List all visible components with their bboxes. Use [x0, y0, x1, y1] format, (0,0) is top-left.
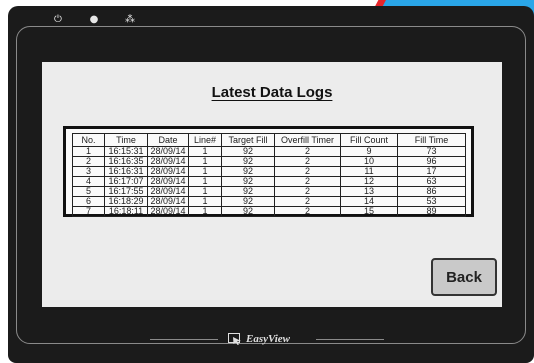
table-row: 5 16:17:55 28/09/14 1 92 2 13 86	[72, 186, 466, 197]
table-row: 6 16:18:29 28/09/14 1 92 2 14 53	[72, 196, 466, 207]
cell-no: 6	[72, 196, 105, 207]
cell-time: 16:17:07	[104, 176, 148, 187]
cell-overfill-timer: 2	[274, 206, 341, 217]
cell-no: 5	[72, 186, 105, 197]
cell-no: 3	[72, 166, 105, 177]
cell-fill-count: 12	[340, 176, 398, 187]
page-title: Latest Data Logs	[42, 84, 502, 101]
column-header-overfill-timer: Overfill Timer	[274, 133, 341, 147]
column-header-fill-time: Fill Time	[397, 133, 466, 147]
brand-text: EasyView	[246, 333, 291, 345]
network-icon: ⁂	[125, 14, 135, 25]
power-icon: ⏻	[54, 14, 62, 25]
brand-logo: EasyView	[228, 331, 290, 347]
column-header-time: Time	[104, 133, 148, 147]
cell-overfill-timer: 2	[274, 156, 341, 167]
page-title-text: Latest Data Logs	[211, 84, 333, 101]
cell-fill-time: 96	[397, 156, 466, 167]
cell-target-fill: 92	[221, 166, 275, 177]
cell-line: 1	[188, 196, 222, 207]
cell-date: 28/09/14	[147, 176, 189, 187]
cell-time: 16:18:11	[104, 206, 148, 217]
column-header-date: Date	[147, 133, 189, 147]
cell-fill-count: 10	[340, 156, 398, 167]
cell-line: 1	[188, 146, 222, 157]
brand-divider-right	[316, 339, 384, 340]
cell-overfill-timer: 2	[274, 186, 341, 197]
cell-fill-time: 63	[397, 176, 466, 187]
cell-fill-time: 73	[397, 146, 466, 157]
cell-time: 16:16:31	[104, 166, 148, 177]
cell-line: 1	[188, 186, 222, 197]
cell-overfill-timer: 2	[274, 166, 341, 177]
cell-overfill-timer: 2	[274, 146, 341, 157]
table-row: 3 16:16:31 28/09/14 1 92 2 11 17	[72, 166, 466, 177]
cell-target-fill: 92	[221, 146, 275, 157]
cell-date: 28/09/14	[147, 146, 189, 157]
cell-no: 7	[72, 206, 105, 217]
cell-target-fill: 92	[221, 206, 275, 217]
cell-line: 1	[188, 166, 222, 177]
data-log-table: No. Time Date Line# Target Fill Overfill…	[72, 133, 466, 217]
cell-line: 1	[188, 176, 222, 187]
cell-line: 1	[188, 156, 222, 167]
cell-fill-time: 89	[397, 206, 466, 217]
cell-time: 16:15:31	[104, 146, 148, 157]
cell-overfill-timer: 2	[274, 196, 341, 207]
cell-fill-count: 14	[340, 196, 398, 207]
cell-date: 28/09/14	[147, 196, 189, 207]
table-row: 2 16:16:35 28/09/14 1 92 2 10 96	[72, 156, 466, 167]
cell-no: 1	[72, 146, 105, 157]
hmi-screen: Latest Data Logs No. Time Date Line# Tar…	[42, 62, 502, 307]
cell-time: 16:17:55	[104, 186, 148, 197]
cell-fill-time: 53	[397, 196, 466, 207]
cell-target-fill: 92	[221, 156, 275, 167]
cell-fill-count: 9	[340, 146, 398, 157]
cell-target-fill: 92	[221, 196, 275, 207]
cell-time: 16:18:29	[104, 196, 148, 207]
table-row: 1 16:15:31 28/09/14 1 92 2 9 73	[72, 146, 466, 157]
cell-no: 4	[72, 176, 105, 187]
cell-no: 2	[72, 156, 105, 167]
cell-fill-count: 15	[340, 206, 398, 217]
status-dot-icon: ●	[89, 14, 99, 25]
cell-fill-time: 17	[397, 166, 466, 177]
column-header-no: No.	[72, 133, 105, 147]
table-row: 7 16:18:11 28/09/14 1 92 2 15 89	[72, 206, 466, 217]
data-log-table-frame: No. Time Date Line# Target Fill Overfill…	[63, 126, 474, 217]
column-header-target-fill: Target Fill	[221, 133, 275, 147]
table-header-row: No. Time Date Line# Target Fill Overfill…	[72, 133, 466, 147]
cell-target-fill: 92	[221, 176, 275, 187]
column-header-fill-count: Fill Count	[340, 133, 398, 147]
column-header-line: Line#	[188, 133, 222, 147]
cell-time: 16:16:35	[104, 156, 148, 167]
cell-date: 28/09/14	[147, 186, 189, 197]
easyview-logo-icon	[228, 333, 241, 345]
cell-fill-count: 13	[340, 186, 398, 197]
cell-date: 28/09/14	[147, 166, 189, 177]
cell-fill-count: 11	[340, 166, 398, 177]
cell-date: 28/09/14	[147, 206, 189, 217]
back-button[interactable]: Back	[431, 258, 497, 296]
cell-target-fill: 92	[221, 186, 275, 197]
cell-overfill-timer: 2	[274, 176, 341, 187]
brand-divider-left	[150, 339, 218, 340]
table-row: 4 16:17:07 28/09/14 1 92 2 12 63	[72, 176, 466, 187]
cell-fill-time: 86	[397, 186, 466, 197]
cell-date: 28/09/14	[147, 156, 189, 167]
cell-line: 1	[188, 206, 222, 217]
